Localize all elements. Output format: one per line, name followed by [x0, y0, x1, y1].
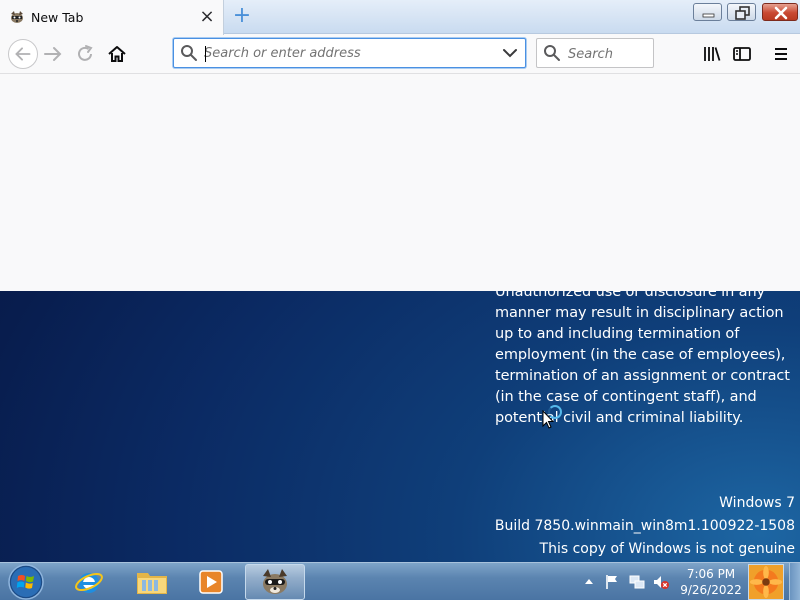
mouse-cursor-icon: [542, 410, 554, 429]
show-desktop-button[interactable]: [789, 563, 800, 600]
clock-date: 9/26/2022: [680, 583, 742, 597]
reload-icon[interactable]: [73, 42, 97, 66]
close-window-button[interactable]: [762, 3, 798, 21]
search-icon: [181, 45, 197, 61]
start-orb-icon[interactable]: [7, 563, 45, 600]
restore-icon: [735, 6, 750, 20]
system-clock[interactable]: 7:06 PM 9/26/2022: [676, 566, 746, 598]
tab-strip: New Tab × +: [0, 0, 800, 35]
minimize-icon: [702, 13, 715, 18]
address-input[interactable]: [204, 43, 494, 63]
minimize-button[interactable]: [693, 3, 722, 21]
clock-time: 7:06 PM: [686, 567, 736, 581]
show-hidden-icons-icon[interactable]: [580, 573, 598, 591]
legal-notice-text: Unauthorized use or disclosure in any ma…: [495, 284, 790, 426]
sidebar-icon[interactable]: [730, 42, 754, 66]
tab-close-icon[interactable]: ×: [199, 8, 215, 26]
restore-button[interactable]: [727, 3, 756, 21]
media-player-icon: [199, 570, 223, 594]
firefox-window: New Tab × +: [0, 0, 800, 291]
home-icon[interactable]: [105, 42, 129, 66]
network-icon[interactable]: [628, 573, 646, 591]
tab-new-tab[interactable]: New Tab ×: [0, 0, 224, 35]
library-icon[interactable]: [700, 42, 724, 66]
taskbar-media-player[interactable]: [183, 564, 239, 600]
search-input[interactable]: [568, 44, 648, 64]
volume-muted-icon[interactable]: [652, 573, 670, 591]
address-bar[interactable]: [173, 38, 526, 68]
new-tab-button[interactable]: +: [231, 5, 253, 27]
navigation-toolbar: [0, 35, 800, 74]
windows-version-info: Windows 7 Build 7850.winmain_win8m1.1009…: [495, 492, 795, 561]
firefox-icon: [263, 569, 287, 594]
back-arrow-icon[interactable]: [8, 39, 38, 69]
windows-explorer-icon: [137, 573, 167, 594]
search-bar[interactable]: [536, 38, 654, 68]
windows-name: Windows 7: [719, 495, 795, 511]
user-avatar-flower-icon[interactable]: [748, 564, 784, 600]
taskbar-firefox[interactable]: [245, 564, 305, 600]
chevron-down-icon[interactable]: [502, 45, 518, 61]
taskbar: 7:06 PM 9/26/2022: [0, 562, 800, 600]
internet-explorer-icon: [75, 572, 103, 593]
page-content-area[interactable]: [0, 75, 800, 291]
genuine-notice: This copy of Windows is not genuine: [539, 541, 795, 557]
tab-title: New Tab: [31, 10, 84, 25]
windows-build: Build 7850.winmain_win8m1.100922-1508: [494, 518, 795, 534]
close-icon: [774, 6, 788, 20]
hamburger-menu-icon[interactable]: [769, 42, 793, 66]
taskbar-windows-explorer[interactable]: [124, 564, 180, 600]
action-center-flag-icon[interactable]: [603, 573, 621, 591]
search-icon: [544, 45, 560, 61]
raccoon-favicon-icon: [11, 11, 23, 23]
text-caret: [205, 46, 206, 62]
taskbar-internet-explorer[interactable]: [61, 564, 117, 600]
forward-arrow-icon[interactable]: [41, 42, 65, 66]
